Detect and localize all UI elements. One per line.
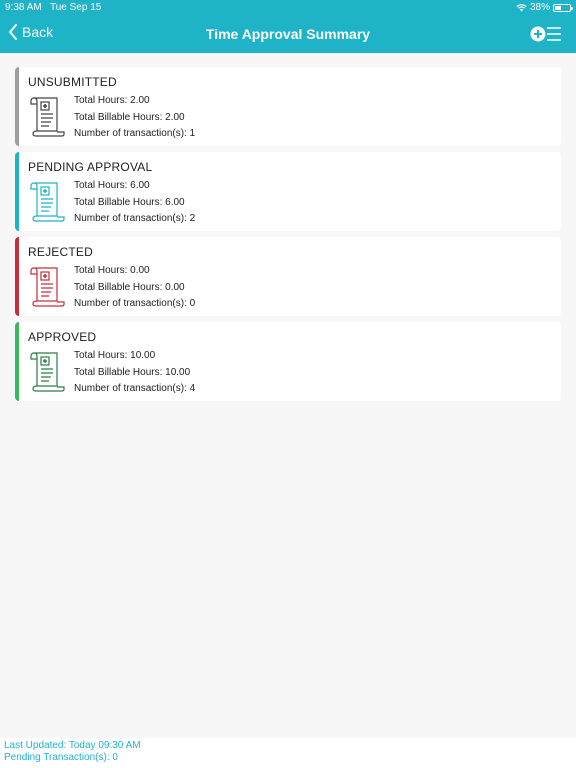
document-icon	[30, 97, 65, 137]
billable-hours: Total Billable Hours: 10.00	[74, 366, 191, 378]
document-icon	[30, 267, 65, 307]
billable-hours: Total Billable Hours: 6.00	[74, 196, 185, 208]
document-icon	[30, 352, 65, 392]
nav-bar: Back Time Approval Summary	[0, 16, 576, 53]
status-bar: 9:38 AM Tue Sep 15 38%	[0, 0, 576, 16]
card-title: APPROVED	[28, 330, 97, 344]
status-time: 9:38 AM	[5, 2, 42, 13]
battery-icon	[553, 3, 573, 12]
card-details: Total Hours: 10.00 Total Billable Hours:…	[74, 348, 195, 398]
transaction-count: Number of transaction(s): 2	[74, 213, 196, 224]
billable-hours: Total Billable Hours: 2.00	[74, 111, 185, 123]
card-details: Total Hours: 2.00 Total Billable Hours: …	[74, 93, 195, 143]
status-right: 38%	[516, 2, 573, 13]
wifi-icon	[516, 3, 527, 11]
summary-cards: UNSUBMITTED Total Hours: 2.00 Total Bill…	[15, 67, 561, 407]
total-hours: Total Hours: 6.00	[74, 180, 150, 191]
card-details: Total Hours: 0.00 Total Billable Hours: …	[74, 263, 195, 313]
transaction-count: Number of transaction(s): 4	[74, 383, 196, 394]
document-icon	[30, 182, 65, 222]
total-hours: Total Hours: 0.00	[74, 265, 150, 276]
card-details: Total Hours: 6.00 Total Billable Hours: …	[74, 178, 195, 228]
status-date: Tue Sep 15	[50, 2, 102, 13]
card-unsubmitted[interactable]: UNSUBMITTED Total Hours: 2.00 Total Bill…	[15, 67, 561, 146]
battery-percent: 38%	[529, 2, 550, 13]
footer: Last Updated: Today 09:30 AM Pending Tra…	[0, 738, 576, 768]
card-title: REJECTED	[28, 245, 93, 259]
card-rejected[interactable]: REJECTED Total Hours: 0.00 Total Billabl…	[15, 237, 561, 316]
total-hours: Total Hours: 10.00	[74, 350, 156, 361]
card-title: PENDING APPROVAL	[28, 160, 153, 174]
billable-hours: Total Billable Hours: 0.00	[74, 281, 185, 293]
add-list-icon[interactable]	[530, 24, 562, 44]
page-title: Time Approval Summary	[205, 26, 371, 42]
transaction-count: Number of transaction(s): 0	[74, 298, 196, 309]
card-title: UNSUBMITTED	[28, 75, 117, 89]
total-hours: Total Hours: 2.00	[74, 95, 150, 106]
card-approved[interactable]: APPROVED Total Hours: 10.00 Total Billab…	[15, 322, 561, 401]
transaction-count: Number of transaction(s): 1	[74, 128, 196, 139]
pending-transactions: Pending Transaction(s): 0	[4, 752, 118, 763]
card-pending-approval[interactable]: PENDING APPROVAL Total Hours: 6.00 Total…	[15, 152, 561, 231]
last-updated: Last Updated: Today 09:30 AM	[4, 740, 141, 751]
